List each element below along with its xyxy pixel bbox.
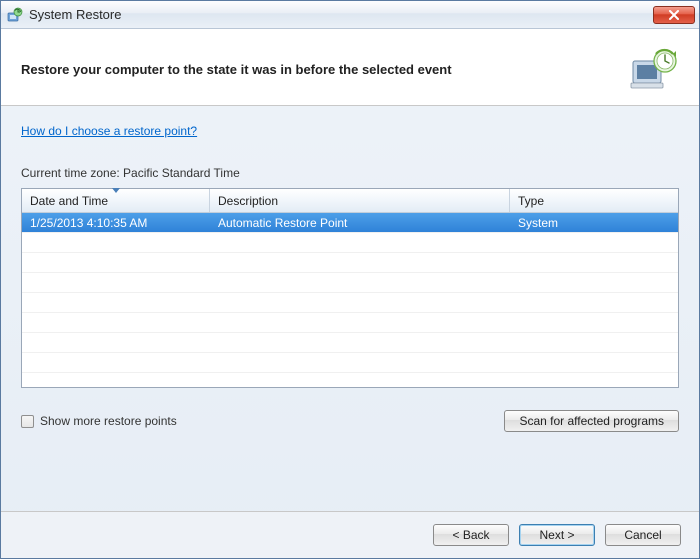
titlebar: System Restore [1, 1, 699, 29]
help-link[interactable]: How do I choose a restore point? [21, 124, 679, 138]
table-row[interactable]: 1/25/2013 4:10:35 AM Automatic Restore P… [22, 213, 678, 233]
column-header-description[interactable]: Description [210, 189, 510, 212]
checkbox-icon [21, 415, 34, 428]
cell-description: Automatic Restore Point [210, 213, 510, 232]
timezone-label: Current time zone: Pacific Standard Time [21, 166, 679, 180]
wizard-header: Restore your computer to the state it wa… [1, 29, 699, 106]
show-more-checkbox[interactable]: Show more restore points [21, 414, 177, 428]
sort-desc-icon [112, 188, 120, 193]
cell-type: System [510, 213, 678, 232]
cell-date: 1/25/2013 4:10:35 AM [22, 213, 210, 232]
table-row-empty [22, 313, 678, 333]
table-row-empty [22, 233, 678, 253]
table-row-empty [22, 293, 678, 313]
table-row-empty [22, 353, 678, 373]
table-body: 1/25/2013 4:10:35 AM Automatic Restore P… [22, 213, 678, 387]
table-header: Date and Time Description Type [22, 189, 678, 213]
scan-affected-button[interactable]: Scan for affected programs [504, 410, 679, 432]
wizard-footer: < Back Next > Cancel [1, 511, 699, 558]
restore-icon [629, 47, 679, 91]
column-header-label: Date and Time [30, 194, 108, 208]
system-restore-window: System Restore Restore your computer to … [0, 0, 700, 559]
column-header-type[interactable]: Type [510, 189, 678, 212]
table-row-empty [22, 253, 678, 273]
system-restore-icon [7, 7, 23, 23]
back-button[interactable]: < Back [433, 524, 509, 546]
restore-points-table: Date and Time Description Type 1/25/2013… [21, 188, 679, 388]
table-row-empty [22, 333, 678, 353]
column-header-label: Type [518, 194, 544, 208]
cancel-button[interactable]: Cancel [605, 524, 681, 546]
close-button[interactable] [653, 6, 695, 24]
checkbox-label: Show more restore points [40, 414, 177, 428]
column-header-label: Description [218, 194, 278, 208]
page-heading: Restore your computer to the state it wa… [21, 62, 617, 77]
table-row-empty [22, 273, 678, 293]
next-button[interactable]: Next > [519, 524, 595, 546]
column-header-date[interactable]: Date and Time [22, 189, 210, 212]
table-footer-row: Show more restore points Scan for affect… [21, 410, 679, 432]
wizard-content: How do I choose a restore point? Current… [1, 106, 699, 511]
window-title: System Restore [29, 7, 653, 22]
